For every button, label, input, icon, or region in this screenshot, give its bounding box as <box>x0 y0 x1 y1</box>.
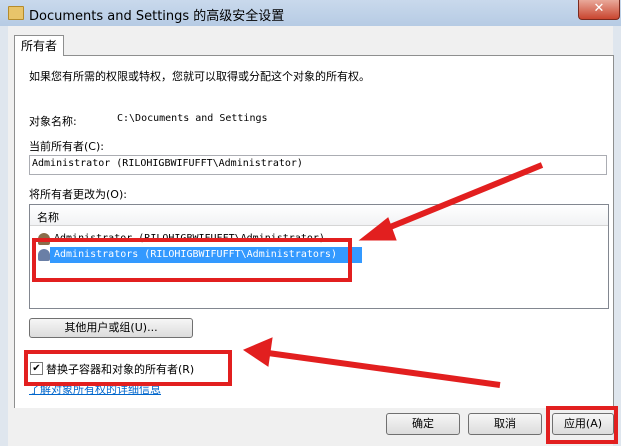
tab-owner[interactable]: 所有者 <box>14 35 64 56</box>
annotation-arrows <box>242 162 544 388</box>
arrowhead-checkbox <box>242 337 273 367</box>
arrow-to-checkbox <box>267 350 501 388</box>
arrowhead-list <box>358 217 397 241</box>
arrow-to-list <box>376 162 544 235</box>
